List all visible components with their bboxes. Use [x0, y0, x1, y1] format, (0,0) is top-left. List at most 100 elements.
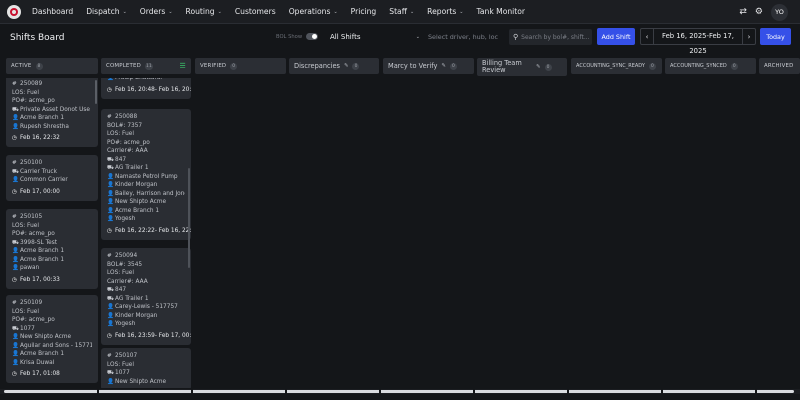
nav-menu: Dashboard Dispatch ⌄ Orders ⌄ Routing ⌄ Custome…: [32, 7, 538, 16]
nav-item-label: Staff: [389, 7, 407, 16]
shift-detail: 👤Krisa Duwal: [12, 359, 92, 368]
hash-icon: #: [12, 300, 17, 306]
shift-detail: ⛟847: [107, 156, 185, 165]
user-icon: 👤: [12, 248, 19, 254]
nav-item-dashboard[interactable]: Dashboard: [32, 7, 73, 16]
nav-item-reports[interactable]: Reports ⌄: [427, 7, 463, 16]
chevron-down-icon: ⌄: [122, 8, 127, 15]
add-shift-button[interactable]: Add Shift: [597, 28, 635, 45]
shift-detail: 👤Kinder Morgan: [107, 181, 185, 190]
shift-detail-text: 250105: [20, 214, 43, 220]
nav-item-label: Tank Monitor: [476, 7, 526, 16]
shift-detail-text: New Shipto Acme: [115, 378, 167, 385]
column-marcy-to-verify: Marcy to Verify ✎ 0: [383, 58, 474, 74]
board-horizontal-scrollbar[interactable]: [0, 389, 800, 394]
shift-detail: ⛟847: [107, 286, 185, 295]
column-completed: COMPLETED 11 ☰ 👤Pradip Bhattarai ◷ Feb 16,…: [101, 58, 191, 388]
shift-detail-text: PO#: acme_po: [12, 317, 55, 323]
nav-item-label: Pricing: [350, 7, 377, 16]
completed-column-scrollbar[interactable]: [188, 168, 190, 268]
shift-detail: 👤Aguilar and Sons - 157716: [12, 342, 92, 351]
user-icon: 👤: [12, 342, 19, 349]
shift-card[interactable]: #250088 BOL#: 7357 LOS: Fuel PO#: acme_po Ca…: [101, 109, 191, 240]
shift-detail: 👤New Shipto Acme: [107, 378, 185, 387]
shift-detail-text: 250109: [20, 300, 43, 306]
shift-detail-text: 1077: [20, 325, 35, 332]
shift-detail: 👤Acme Branch 1: [12, 114, 92, 123]
shift-detail-text: 250107: [115, 353, 138, 359]
user-icon: 👤: [12, 115, 19, 121]
shift-id: #250109: [12, 299, 92, 308]
today-button[interactable]: Today: [760, 28, 791, 45]
nav-item-pricing[interactable]: Pricing: [351, 7, 377, 16]
avatar[interactable]: YO: [771, 3, 788, 21]
hash-icon: #: [12, 214, 17, 220]
list-view-icon[interactable]: ☰: [180, 62, 186, 70]
shift-detail: 👤Carey-Lewis - 517757: [107, 303, 185, 312]
nav-item-label: Routing: [185, 7, 215, 16]
scroll-thumb[interactable]: [4, 390, 794, 393]
shift-card[interactable]: #250109 LOS: Fuel PO#: acme_po ⛟1077 👤New Sh…: [6, 295, 98, 383]
nav-item-orders[interactable]: Orders ⌄: [140, 7, 173, 16]
top-navbar: Dashboard Dispatch ⌄ Orders ⌄ Routing ⌄ Custome…: [0, 0, 800, 24]
shift-detail-text: 1077: [115, 370, 130, 376]
swap-icon[interactable]: ⇄: [739, 7, 747, 17]
pencil-icon[interactable]: ✎: [441, 63, 446, 69]
gear-icon[interactable]: ⚙: [755, 7, 763, 17]
shift-detail-text: Acme Branch 1: [20, 248, 65, 254]
shift-card[interactable]: #250105 LOS: Fuel PO#: acme_po ⛟3998-SL Tes…: [6, 209, 98, 289]
chevron-left-icon[interactable]: ‹: [641, 33, 653, 41]
user-icon: 👤: [12, 359, 19, 366]
column-header: ACCOUNTING_SYNC_READY 0: [571, 58, 662, 74]
search-input[interactable]: [521, 33, 590, 41]
date-range-display[interactable]: Feb 16, 2025-Feb 17, 2025: [653, 29, 743, 55]
shift-detail: 👤Bailey, Harrison and Jones: [107, 190, 185, 199]
shift-card[interactable]: #250107 LOS: Fuel ⛟1077 👤New Shipto Acme: [101, 348, 191, 388]
shift-detail-text: PO#: acme_po: [12, 98, 55, 104]
shift-detail-text: Carrier Truck: [20, 168, 57, 175]
shift-card[interactable]: #250094 BOL#: 3545 LOS: Fuel Carrier#: AAA ⛟…: [101, 248, 191, 345]
nav-right-actions: ⇄ ⚙ YO: [739, 0, 800, 24]
scroll-divider: [191, 388, 193, 395]
shift-detail-text: Yogesh: [115, 216, 136, 222]
truck-icon: ⛟: [107, 370, 115, 376]
driver-hub-select[interactable]: Select driver, hub, loc: [428, 30, 506, 44]
column-title: Marcy to Verify: [388, 62, 438, 70]
nav-item-tank-monitor[interactable]: Tank Monitor: [476, 7, 525, 16]
shift-id: #250089: [12, 80, 92, 89]
column-count: 11: [144, 62, 153, 70]
shift-detail: 👤Acme Branch 1: [107, 207, 185, 216]
shift-card[interactable]: 👤Pradip Bhattarai ◷ Feb 16, 20:48- Feb 16,…: [101, 78, 191, 99]
chevron-right-icon[interactable]: ›: [743, 33, 755, 41]
pencil-icon[interactable]: ✎: [344, 63, 349, 69]
nav-item-staff[interactable]: Staff ⌄: [389, 7, 414, 16]
column-active: ACTIVE 8 #250089 LOS: Fuel PO#: acme_po ⛟Pr…: [6, 58, 98, 383]
shift-filter-select[interactable]: All Shifts ⌄: [330, 30, 420, 44]
shift-detail: 👤Acme Branch 1: [12, 350, 92, 359]
nav-item-label: Customers: [234, 7, 276, 16]
shift-detail-text: Acme Branch 1: [115, 207, 160, 214]
active-column-scrollbar[interactable]: [95, 80, 97, 104]
shift-detail: BOL#: 7357: [107, 122, 185, 131]
nav-item-operations[interactable]: Operations ⌄: [289, 7, 338, 16]
bol-show-toggle[interactable]: [306, 33, 318, 40]
chevron-down-icon: ⌄: [415, 34, 420, 40]
column-discrepancies: Discrepancies ✎ 0: [289, 58, 379, 74]
nav-item-dispatch[interactable]: Dispatch ⌄: [86, 7, 127, 16]
board-toolbar: Shifts Board BOL Show All Shifts ⌄ Selec…: [0, 24, 800, 55]
column-body: #250089 LOS: Fuel PO#: acme_po ⛟Private Ass…: [6, 78, 98, 388]
shift-time: ◷ Feb 17, 00:00: [12, 188, 92, 197]
clock-icon: ◷: [107, 227, 112, 234]
chevron-down-icon: ⌄: [409, 8, 415, 15]
nav-item-routing[interactable]: Routing ⌄: [186, 7, 222, 16]
nav-item-customers[interactable]: Customers: [235, 7, 276, 16]
pencil-icon[interactable]: ✎: [536, 64, 541, 70]
shift-card[interactable]: #250100 ⛟Carrier Truck 👤Common Carrier ◷ Feb…: [6, 155, 98, 201]
shift-card[interactable]: #250089 LOS: Fuel PO#: acme_po ⛟Private Ass…: [6, 78, 98, 147]
logo[interactable]: [7, 4, 21, 19]
shift-detail-text: PO#: acme_po: [107, 139, 150, 146]
hash-icon: #: [12, 81, 17, 87]
truck-icon: ⛟: [107, 287, 115, 293]
user-icon: 👤: [107, 378, 114, 385]
hash-icon: #: [107, 114, 112, 120]
